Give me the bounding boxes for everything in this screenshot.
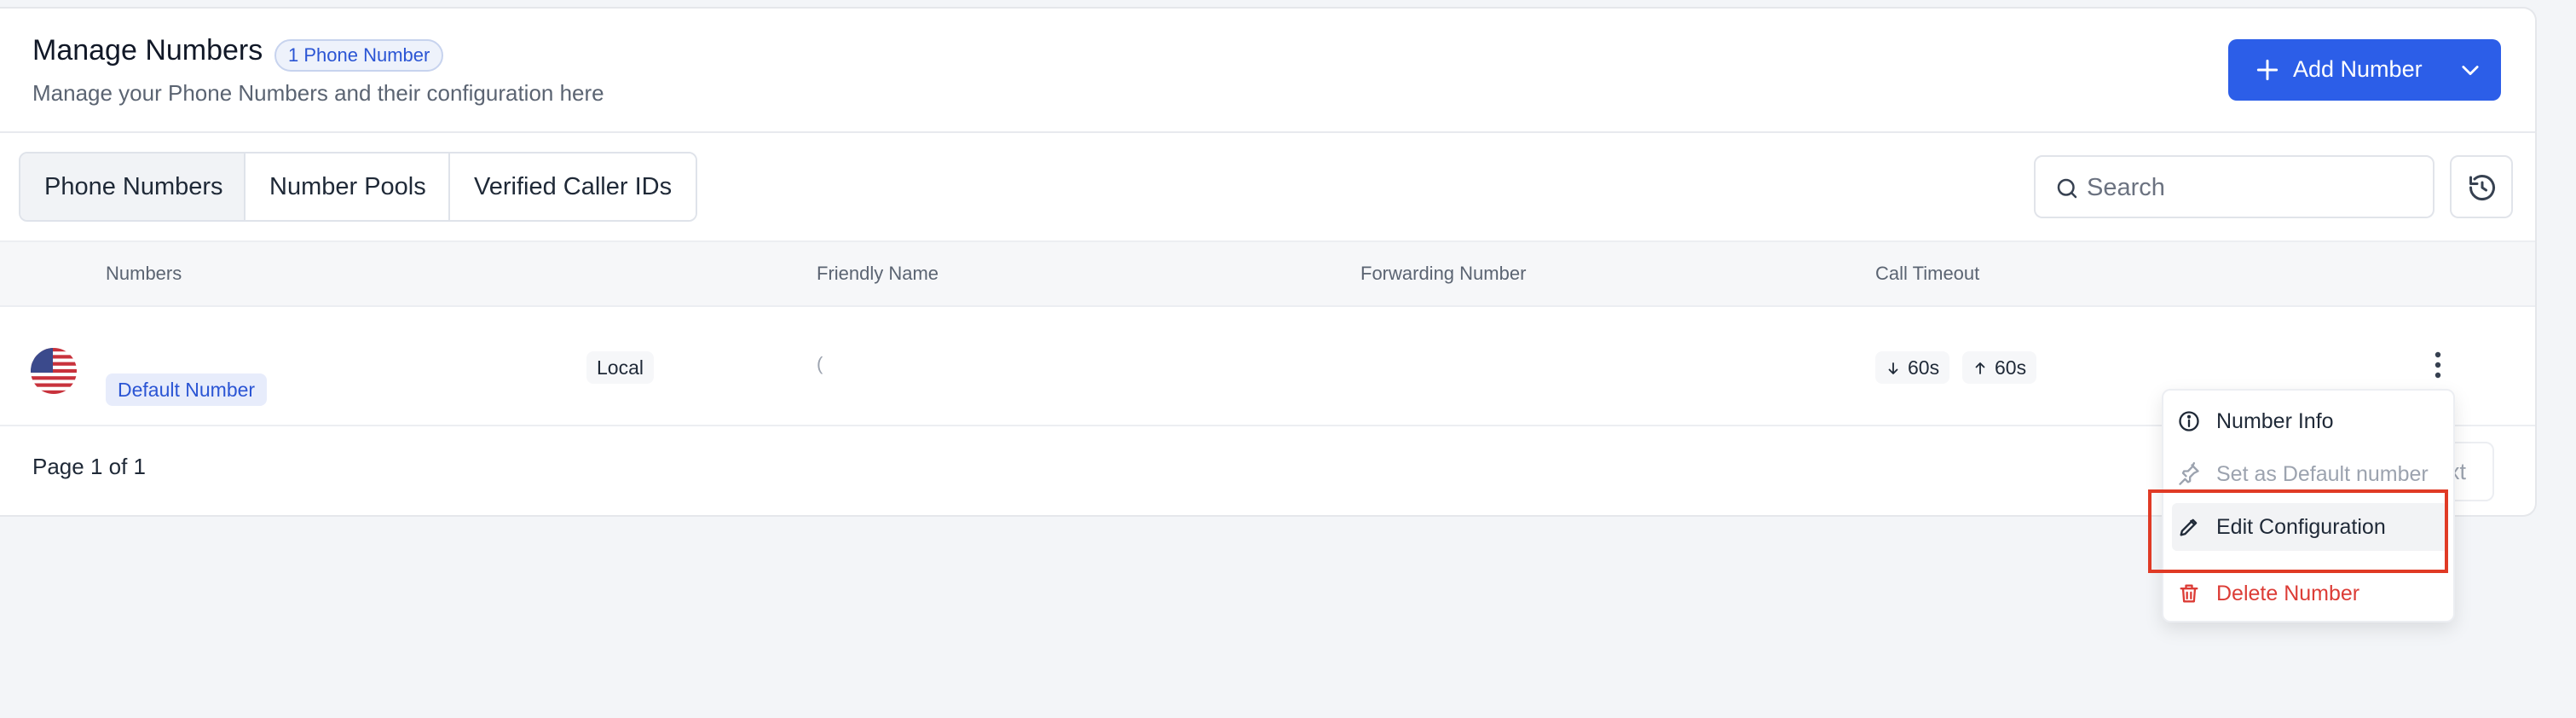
friendly-name-cell: (	[817, 353, 823, 374]
column-header-friendly-name: Friendly Name	[817, 263, 939, 284]
column-header-forwarding-number: Forwarding Number	[1360, 263, 1527, 284]
search-box[interactable]	[2034, 155, 2434, 218]
table-header: Numbers Friendly Name Forwarding Number …	[0, 240, 2535, 307]
outbound-timeout-value: 60s	[1995, 356, 2027, 379]
row-actions-menu: Number Info Set as Default number Edit C…	[2162, 389, 2455, 622]
tab-phone-numbers[interactable]: Phone Numbers	[20, 153, 245, 220]
column-header-numbers: Numbers	[106, 263, 182, 284]
default-number-badge: Default Number	[106, 373, 268, 406]
chevron-down-icon[interactable]	[2458, 58, 2482, 82]
pagination-status: Page 1 of 1	[32, 454, 146, 479]
menu-item-number-info[interactable]: Number Info	[2163, 397, 2453, 445]
menu-item-delete-number[interactable]: Delete Number	[2163, 570, 2453, 617]
plus-icon	[2256, 59, 2279, 81]
search-icon	[2057, 178, 2077, 199]
inbound-timeout-value: 60s	[1908, 356, 1940, 379]
refresh-icon	[2469, 175, 2495, 201]
menu-item-edit-configuration[interactable]: Edit Configuration	[2172, 503, 2448, 551]
search-input[interactable]	[2087, 167, 2419, 208]
manage-numbers-card: Manage Numbers 1 Phone Number Manage you…	[0, 7, 2537, 517]
table-row[interactable]: Default Number Local ( 60s 60s	[0, 307, 2535, 426]
page-subtitle: Manage your Phone Numbers and their conf…	[32, 80, 604, 106]
arrow-down-icon	[1888, 362, 1898, 374]
more-options-icon[interactable]	[2424, 345, 2452, 385]
tab-verified-caller-ids[interactable]: Verified Caller IDs	[450, 153, 696, 220]
menu-item-set-default[interactable]: Set as Default number	[2163, 450, 2453, 498]
refresh-button[interactable]	[2450, 155, 2513, 218]
pencil-icon	[2180, 518, 2198, 536]
add-number-label: Add Number	[2293, 56, 2423, 82]
page-header: Manage Numbers 1 Phone Number Manage you…	[0, 9, 2535, 133]
info-icon	[2179, 411, 2199, 431]
column-header-call-timeout: Call Timeout	[1875, 263, 1980, 284]
tab-number-pools[interactable]: Number Pools	[245, 153, 450, 220]
inbound-timeout-pill: 60s	[1875, 351, 1950, 384]
number-type-tag: Local	[586, 351, 654, 384]
us-flag-icon	[31, 348, 77, 394]
add-number-button[interactable]: Add Number	[2228, 39, 2501, 101]
page-title: Manage Numbers	[32, 34, 263, 67]
pin-icon	[2179, 462, 2199, 485]
phone-number-count-badge: 1 Phone Number	[274, 39, 444, 72]
menu-item-label: Number Info	[2216, 409, 2334, 433]
trash-icon	[2180, 584, 2198, 603]
number-tabs: Phone Numbers Number Pools Verified Call…	[19, 152, 697, 222]
menu-item-label: Edit Configuration	[2216, 515, 2386, 539]
arrow-up-icon	[1975, 362, 1985, 374]
menu-item-label: Delete Number	[2216, 582, 2360, 605]
outbound-timeout-pill: 60s	[1962, 351, 2037, 384]
menu-item-label: Set as Default number	[2216, 462, 2429, 486]
